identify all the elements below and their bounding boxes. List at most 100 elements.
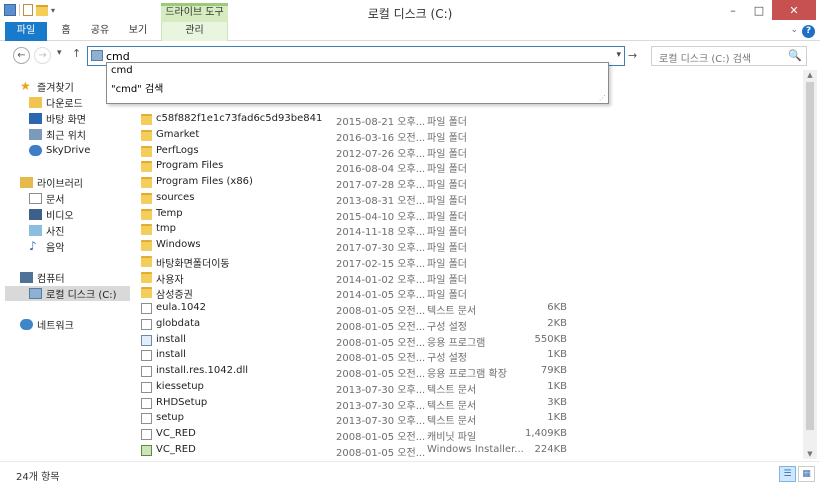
sidebar-item-label: 최근 위치 xyxy=(46,131,86,142)
cloud-icon xyxy=(29,145,42,156)
file-row[interactable]: Program Files (x86) 2017-07-28 오후... 파일 폴더 xyxy=(138,175,578,191)
file-row[interactable]: install.res.1042.dll 2008-01-05 오전... 응용 프… xyxy=(138,364,578,380)
file-date: 2008-01-05 오전... xyxy=(336,321,426,333)
maximize-button[interactable]: □ xyxy=(746,0,772,20)
sidebar-item-documents[interactable]: 문서 xyxy=(29,191,154,206)
tab-share[interactable]: 공유 xyxy=(84,22,116,41)
file-size: 550KB xyxy=(534,333,567,345)
file-date: 2015-08-21 오후... xyxy=(336,117,426,128)
large-icons-view-button[interactable]: ▦ xyxy=(798,466,815,482)
file-type: 파일 폴더 xyxy=(427,290,467,302)
sidebar-item-skydrive[interactable]: SkyDrive xyxy=(29,143,154,158)
file-row[interactable]: Windows 2017-07-30 오후... 파일 폴더 xyxy=(138,238,578,254)
sidebar-item-label: 라이브러리 xyxy=(37,179,83,190)
file-date: 2008-01-05 오전... xyxy=(336,432,426,443)
file-row[interactable]: eula.1042 2008-01-05 오전... 텍스트 문서 6KB xyxy=(138,301,578,317)
sidebar-item-desktop[interactable]: 바탕 화면 xyxy=(29,111,154,126)
sidebar-item-recent[interactable]: 최근 위치 xyxy=(29,127,154,142)
tab-manage[interactable]: 관리 xyxy=(161,22,228,41)
folder-icon xyxy=(141,145,152,157)
file-size: 1KB xyxy=(547,349,567,361)
vertical-scrollbar[interactable]: ▲ ▼ xyxy=(803,70,817,459)
library-icon xyxy=(20,177,33,188)
search-input[interactable]: 로컬 디스크 (C:) 검색 xyxy=(659,50,751,65)
file-name: setup xyxy=(156,412,184,424)
file-date: 2008-01-05 오전... xyxy=(336,447,426,459)
forward-button[interactable]: → xyxy=(34,47,51,64)
ribbon-expand-icon[interactable]: ⌄ xyxy=(790,25,798,35)
recent-locations-icon[interactable]: ▾ xyxy=(57,48,62,58)
file-row[interactable]: kiessetup 2013-07-30 오후... 텍스트 문서 1KB xyxy=(138,380,578,396)
sidebar-item-local-disk[interactable]: 로컬 디스크 (C:) xyxy=(5,286,130,301)
sidebar-item-pictures[interactable]: 사진 xyxy=(29,223,154,238)
file-icon xyxy=(141,429,152,440)
scroll-down-icon[interactable]: ▼ xyxy=(803,450,817,458)
file-list: c58f882f1e1c73fad6c5d93be841 2015-08-21 오… xyxy=(138,96,798,459)
file-row[interactable]: tmp 2014-11-18 오후... 파일 폴더 xyxy=(138,222,578,238)
search-icon[interactable]: 🔍 xyxy=(788,49,802,62)
file-row[interactable]: VC_RED 2008-01-05 오전... Windows Installer.… xyxy=(138,443,578,459)
close-button[interactable]: ✕ xyxy=(772,0,816,20)
recent-icon xyxy=(29,129,42,140)
sidebar-item-label: 네트워크 xyxy=(37,321,74,332)
file-row[interactable]: 사용자 2014-01-02 오후... 파일 폴더 xyxy=(138,270,578,286)
file-type: 텍스트 문서 xyxy=(427,400,477,412)
help-icon[interactable]: ? xyxy=(802,25,815,38)
file-name: 삼성증권 xyxy=(156,290,193,302)
details-view-button[interactable]: ☰ xyxy=(779,466,796,482)
file-row[interactable]: 삼성증권 2014-01-05 오후... 파일 폴더 xyxy=(138,285,578,301)
file-size: 6KB xyxy=(547,302,567,313)
file-row[interactable]: setup 2013-07-30 오후... 텍스트 문서 1KB xyxy=(138,411,578,427)
file-row[interactable]: VC_RED 2008-01-05 오전... 캐비닛 파일 1,409KB xyxy=(138,427,578,443)
sidebar-item-libraries[interactable]: 라이브러리 xyxy=(20,175,145,190)
scroll-up-icon[interactable]: ▲ xyxy=(803,71,817,79)
document-icon xyxy=(29,193,42,204)
sidebar-item-music[interactable]: ♪ 음악 xyxy=(29,239,154,254)
file-name: tmp xyxy=(156,223,177,235)
folder-icon xyxy=(141,224,152,236)
sidebar-item-label: 컴퓨터 xyxy=(37,274,65,285)
file-type: 텍스트 문서 xyxy=(427,306,477,317)
autocomplete-item[interactable]: cmd xyxy=(111,65,133,76)
up-button[interactable]: ↑ xyxy=(72,47,81,60)
file-name: Temp xyxy=(156,207,183,219)
folder-icon xyxy=(141,287,152,299)
file-row[interactable]: globdata 2008-01-05 오전... 구성 설정 2KB xyxy=(138,317,578,333)
scroll-thumb[interactable] xyxy=(806,82,814,430)
file-row[interactable]: install 2008-01-05 오전... 응용 프로그램 550KB xyxy=(138,333,578,349)
file-row[interactable]: Program Files 2016-08-04 오후... 파일 폴더 xyxy=(138,159,578,175)
go-button[interactable]: → xyxy=(628,49,637,62)
file-date: 2008-01-05 오전... xyxy=(336,353,426,365)
tab-home[interactable]: 홈 xyxy=(55,22,77,41)
resize-grip-icon[interactable]: ⋰ xyxy=(599,94,606,102)
file-type: 텍스트 문서 xyxy=(427,416,477,428)
sidebar-item-computer[interactable]: 컴퓨터 xyxy=(20,270,145,285)
file-row[interactable]: Temp 2015-04-10 오후... 파일 폴더 xyxy=(138,207,578,223)
back-button[interactable]: ← xyxy=(13,47,30,64)
file-row[interactable]: c58f882f1e1c73fad6c5d93be841 2015-08-21 오… xyxy=(138,112,578,128)
file-name: 사용자 xyxy=(156,274,184,286)
file-size: 1KB xyxy=(547,412,567,424)
address-dropdown-icon[interactable]: ▾ xyxy=(616,50,621,60)
sidebar-item-videos[interactable]: 비디오 xyxy=(29,207,154,222)
file-row[interactable]: PerfLogs 2012-07-26 오후... 파일 폴더 xyxy=(138,144,578,160)
autocomplete-item[interactable]: "cmd" 검색 xyxy=(111,80,163,95)
search-box[interactable]: 로컬 디스크 (C:) 검색 🔍 xyxy=(651,46,807,66)
file-row[interactable]: install 2008-01-05 오전... 구성 설정 1KB xyxy=(138,348,578,364)
file-row[interactable]: 바탕화면폴더이동 2017-02-15 오후... 파일 폴더 xyxy=(138,254,578,270)
file-type: 파일 폴더 xyxy=(427,195,467,207)
sidebar-item-label: 다운로드 xyxy=(46,99,83,110)
folder-icon xyxy=(141,129,152,141)
file-date: 2016-08-04 오후... xyxy=(336,164,426,176)
file-row[interactable]: RHDSetup 2013-07-30 오후... 텍스트 문서 3KB xyxy=(138,396,578,412)
tab-file[interactable]: 파일 xyxy=(5,22,47,41)
file-date: 2013-08-31 오전... xyxy=(336,195,426,207)
file-type: 파일 폴더 xyxy=(427,274,467,286)
file-icon xyxy=(141,413,152,425)
file-row[interactable]: sources 2013-08-31 오전... 파일 폴더 xyxy=(138,191,578,207)
video-icon xyxy=(29,209,42,220)
minimize-button[interactable]: – xyxy=(720,0,746,20)
tab-view[interactable]: 보기 xyxy=(122,22,154,41)
file-row[interactable]: Gmarket 2016-03-16 오전... 파일 폴더 xyxy=(138,128,578,144)
sidebar-item-network[interactable]: 네트워크 xyxy=(20,317,145,332)
